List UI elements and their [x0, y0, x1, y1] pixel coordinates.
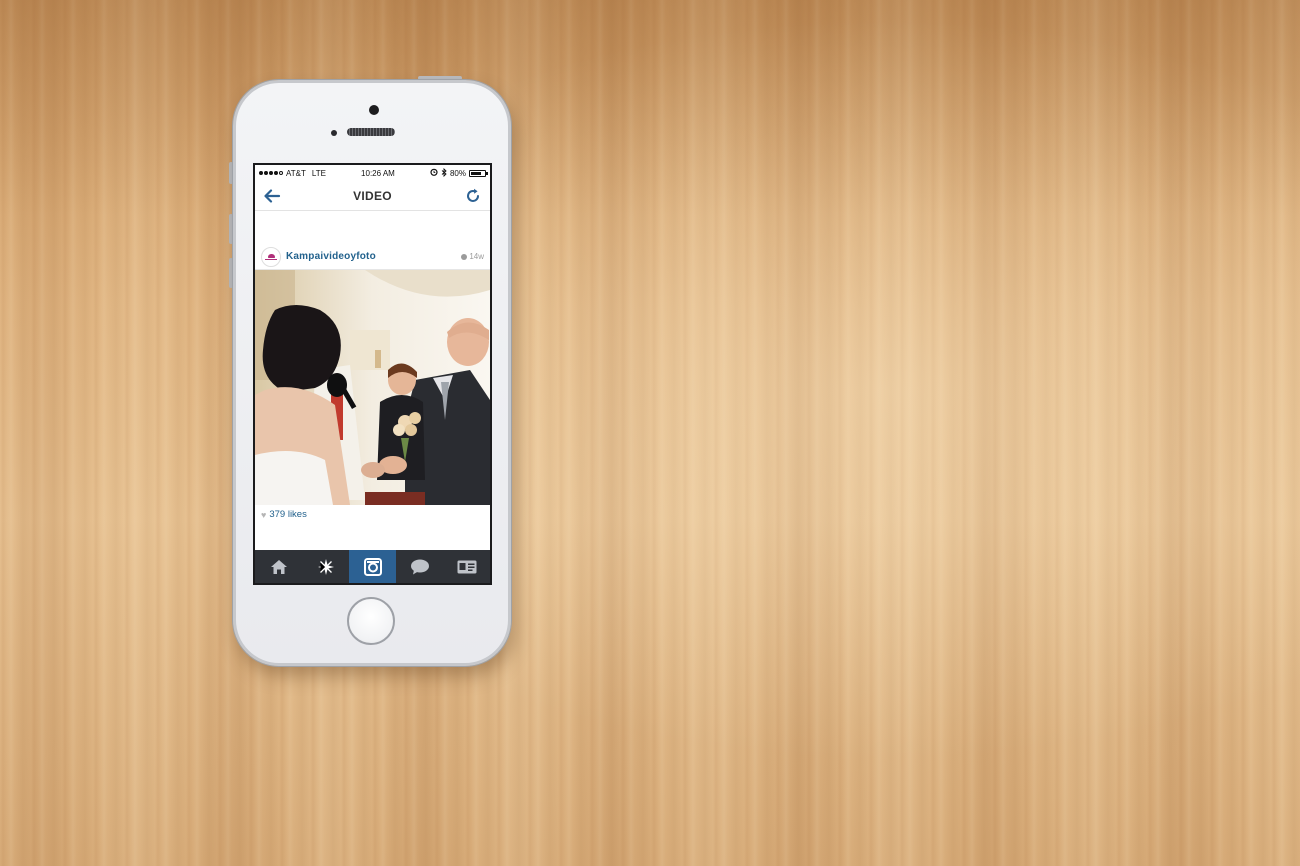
refresh-icon[interactable] [463, 186, 483, 206]
status-time: 10:26 AM [361, 168, 395, 178]
post-time: 14w [461, 252, 484, 261]
bluetooth-icon [441, 167, 447, 179]
home-button[interactable] [347, 597, 395, 645]
status-bar: AT&T LTE 10:26 AM 80% [255, 165, 490, 181]
wedding-scene-image [255, 270, 490, 505]
alarm-icon [430, 168, 438, 178]
news-icon [410, 559, 429, 574]
page-title: VIDEO [353, 188, 392, 203]
nav-bar: VIDEO [255, 181, 490, 211]
video-thumbnail[interactable] [255, 270, 490, 505]
likes-row[interactable]: ♥ 379 likes [255, 505, 490, 524]
battery-icon [468, 169, 488, 177]
post-header: Kampaivideoyfoto 14w [255, 244, 490, 270]
tab-explore[interactable] [302, 550, 349, 583]
tab-profile[interactable] [443, 550, 490, 583]
avatar[interactable] [261, 246, 281, 267]
camera-icon [363, 557, 382, 576]
time-ago: 14w [469, 252, 484, 261]
clock-icon [461, 253, 468, 260]
network-label: LTE [311, 168, 326, 178]
post-user[interactable]: Kampaivideoyfoto [261, 246, 376, 267]
tab-camera[interactable] [349, 550, 396, 583]
username-link[interactable]: Kampaivideoyfoto [286, 251, 376, 262]
heart-icon: ♥ [261, 509, 267, 520]
battery-percent: 80% [449, 168, 466, 178]
phone-screen: AT&T LTE 10:26 AM 80% VIDEO Kampaivideoy… [253, 163, 492, 585]
signal-icon [259, 171, 283, 175]
likes-count[interactable]: 379 likes [269, 509, 307, 520]
tab-bar [255, 550, 490, 583]
phone-frame: AT&T LTE 10:26 AM 80% VIDEO Kampaivideoy… [233, 80, 511, 666]
tab-home[interactable] [255, 550, 302, 583]
carrier-label: AT&T [286, 168, 306, 178]
home-icon [270, 559, 287, 574]
earpiece-speaker [347, 128, 395, 136]
profile-icon [457, 560, 476, 573]
explore-icon [317, 558, 334, 575]
proximity-sensor [331, 130, 337, 136]
arrow-left-icon[interactable] [262, 186, 282, 206]
front-camera [369, 105, 379, 115]
tab-news[interactable] [396, 550, 443, 583]
wood-background [0, 0, 1300, 866]
